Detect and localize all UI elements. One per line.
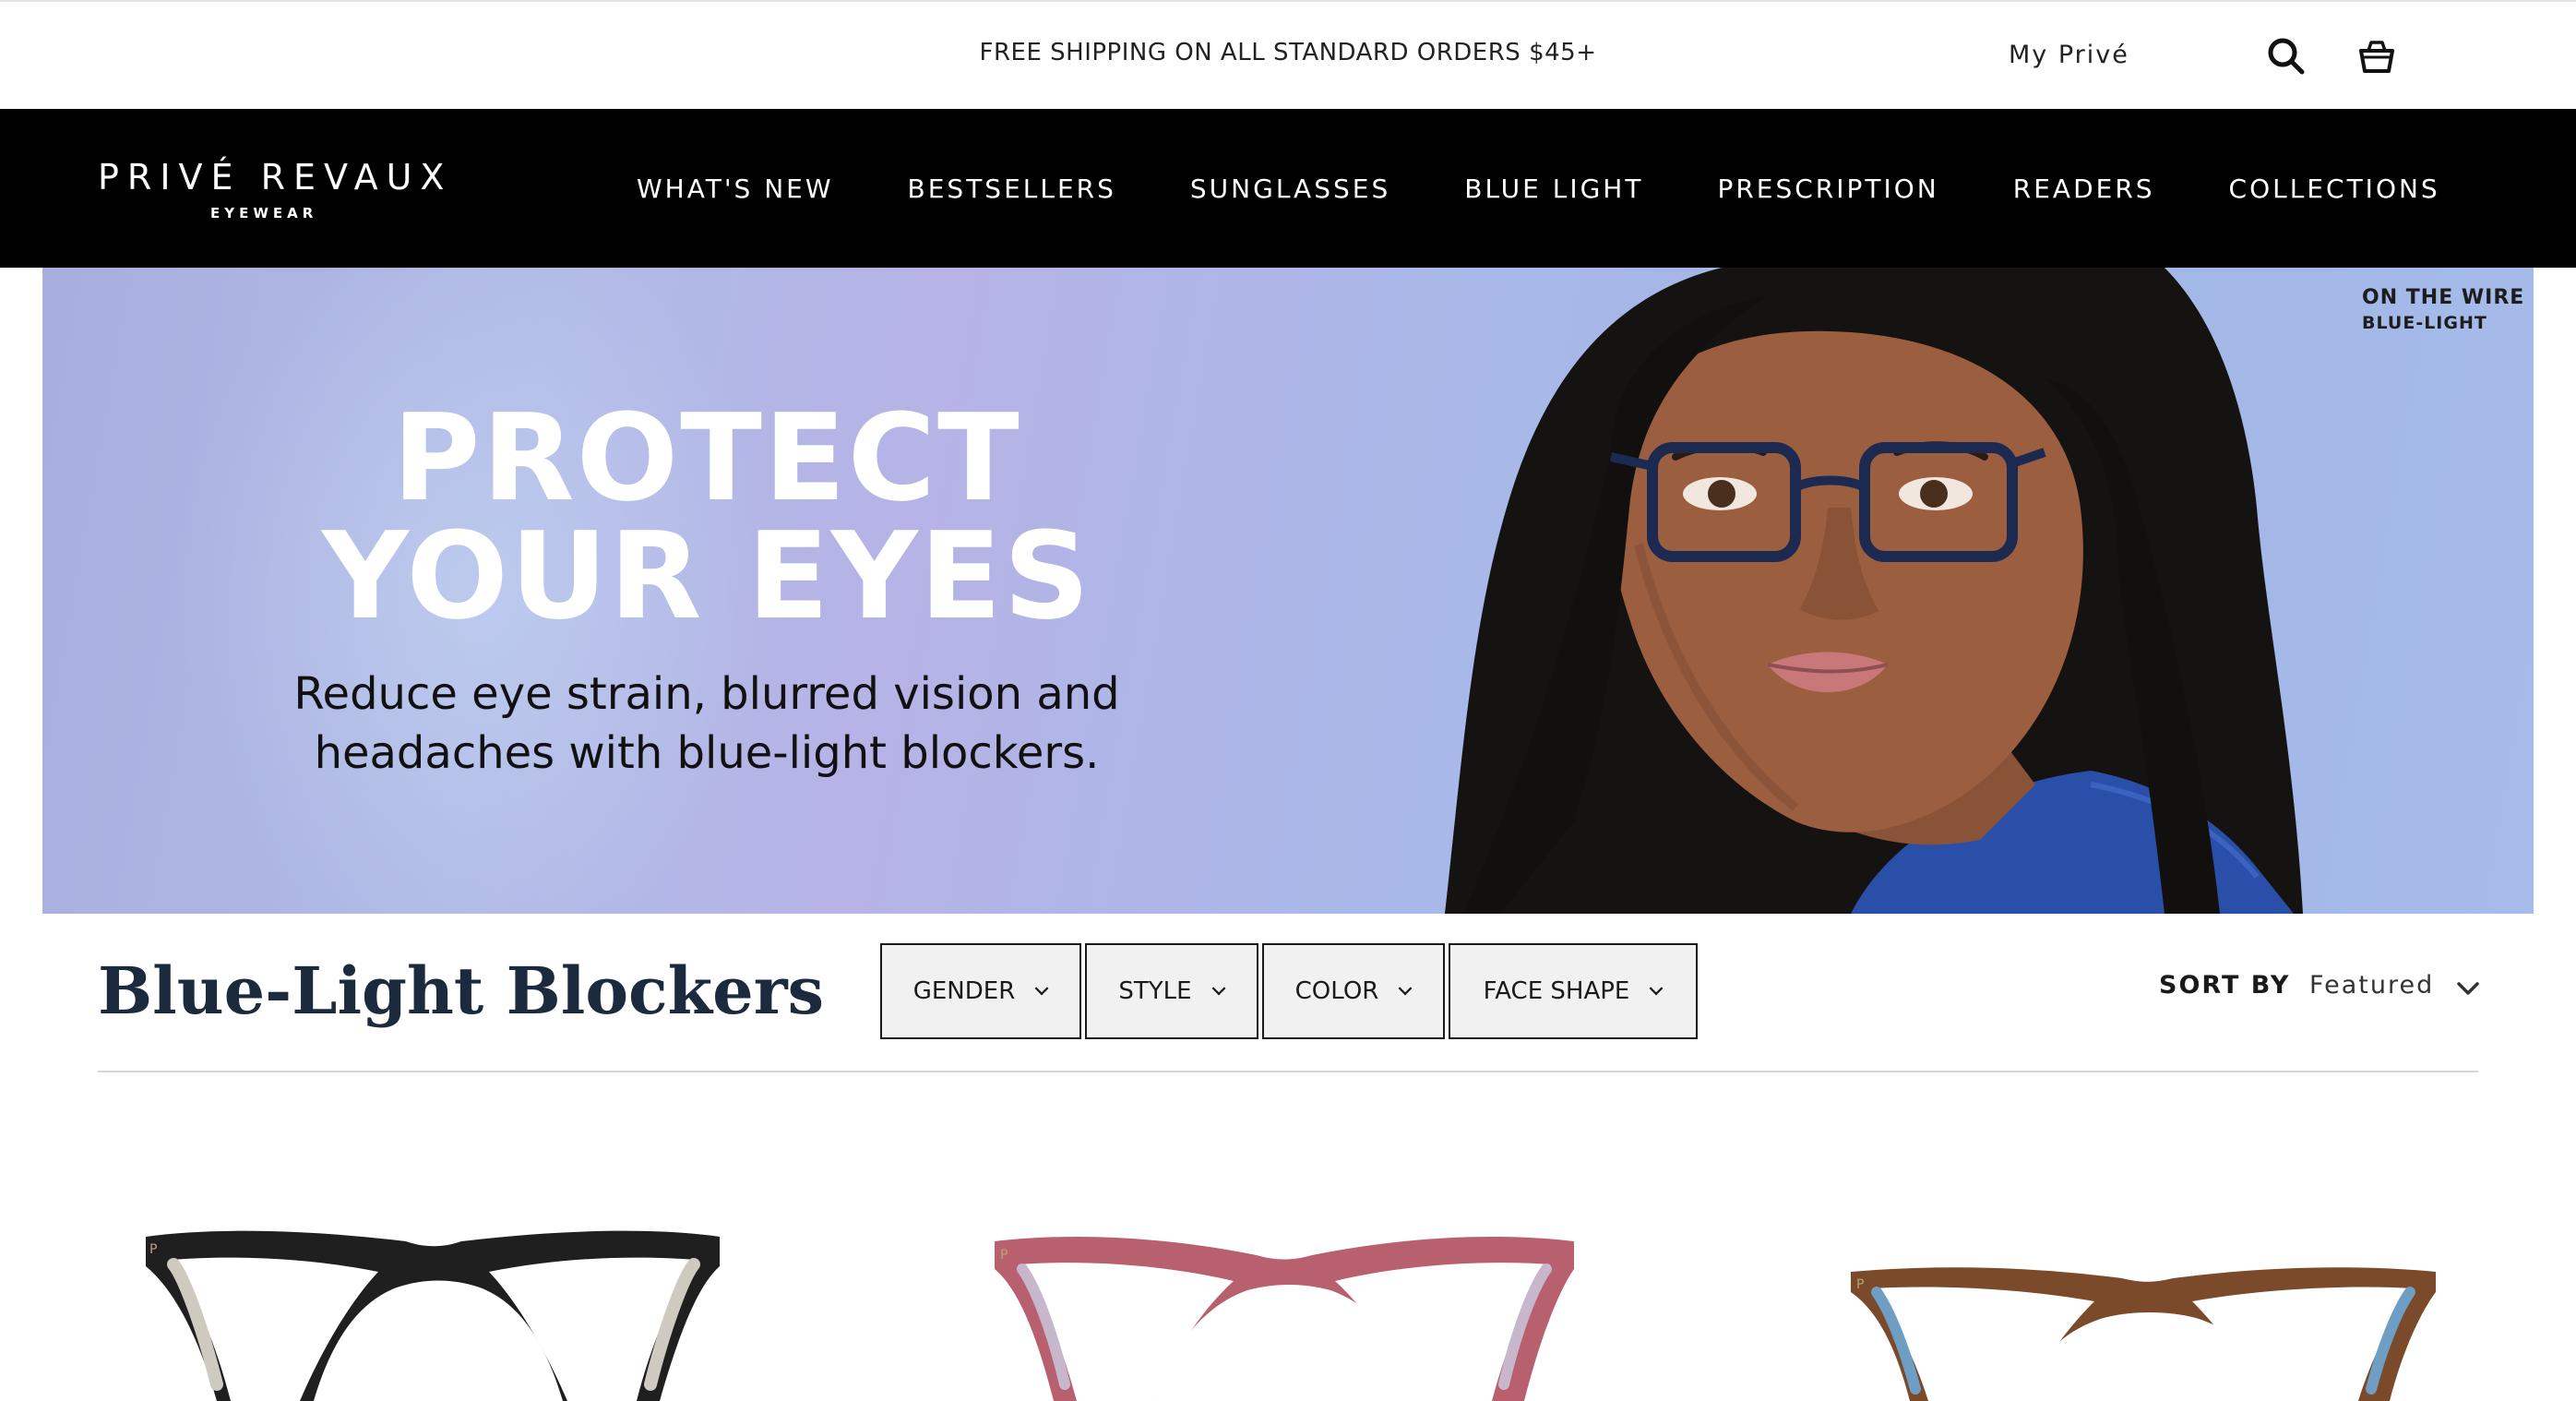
- nav-item-readers[interactable]: READERS: [2013, 174, 2155, 204]
- filter-label: FACE SHAPE: [1483, 977, 1630, 1005]
- svg-text:P: P: [1000, 1248, 1008, 1263]
- hero-model-image: [1445, 268, 2303, 914]
- filter-bar: GENDER STYLE COLOR FACE SHAPE: [880, 943, 1701, 1039]
- filter-label: COLOR: [1294, 977, 1379, 1005]
- svg-text:P: P: [1856, 1277, 1864, 1292]
- search-icon: [2268, 38, 2305, 75]
- nav-item-blue-light[interactable]: BLUE LIGHT: [1464, 174, 1643, 204]
- filter-face-shape-button[interactable]: FACE SHAPE: [1449, 943, 1698, 1039]
- brand-logo[interactable]: PRIVÉ REVAUX EYEWEAR: [98, 157, 444, 231]
- nav-menu: WHAT'S NEW BESTSELLERS SUNGLASSES BLUE L…: [637, 174, 2440, 204]
- hero-banner[interactable]: PROTECT YOUR EYES Reduce eye strain, blu…: [42, 268, 2534, 914]
- page-title: Blue-Light Blockers: [98, 952, 824, 1029]
- hero-headline-line-2: YOUR EYES: [321, 506, 1092, 646]
- hero-product-tag: ON THE WIRE BLUE-LIGHT: [2362, 286, 2524, 333]
- logo-subtitle: EYEWEAR: [210, 205, 318, 222]
- collection-toolbar: Blue-Light Blockers GENDER STYLE COLOR F…: [98, 943, 2480, 1072]
- filter-label: STYLE: [1118, 977, 1192, 1005]
- shopping-bag-icon: [2359, 41, 2394, 73]
- svg-text:P: P: [149, 1242, 157, 1257]
- free-shipping-promo[interactable]: FREE SHIPPING ON ALL STANDARD ORDERS $45…: [0, 39, 2576, 66]
- main-navigation: PRIVÉ REVAUX EYEWEAR WHAT'S NEW BESTSELL…: [0, 109, 2576, 268]
- nav-item-prescription[interactable]: PRESCRIPTION: [1717, 174, 1938, 204]
- hero-headline: PROTECT YOUR EYES: [42, 388, 1371, 646]
- sort-label: SORT BY: [2159, 971, 2291, 1000]
- product-card[interactable]: P: [1836, 1200, 2482, 1401]
- sort-value: Featured: [2309, 971, 2435, 1000]
- hero-subtext-line-1: Reduce eye strain, blurred vision and: [293, 668, 1120, 720]
- nav-item-sunglasses[interactable]: SUNGLASSES: [1190, 174, 1390, 204]
- hero-headline-line-1: PROTECT: [392, 388, 1021, 528]
- hero-tag-subtitle: BLUE-LIGHT: [2362, 313, 2487, 333]
- filter-style-button[interactable]: STYLE: [1085, 943, 1258, 1039]
- logo-wordmark: PRIVÉ REVAUX: [98, 157, 453, 198]
- filter-gender-button[interactable]: GENDER: [880, 943, 1081, 1039]
- chevron-down-icon: [1034, 981, 1049, 996]
- announcement-bar: FREE SHIPPING ON ALL STANDARD ORDERS $45…: [0, 0, 2576, 109]
- nav-item-collections[interactable]: COLLECTIONS: [2229, 174, 2440, 204]
- cart-button[interactable]: [2355, 35, 2398, 78]
- chevron-down-icon: [1211, 981, 1226, 996]
- chevron-down-icon[interactable]: [2456, 976, 2480, 1000]
- chevron-down-icon: [1398, 981, 1413, 996]
- filter-label: GENDER: [912, 977, 1016, 1005]
- hero-subtext-line-2: headaches with blue-light blockers.: [314, 727, 1100, 779]
- product-card[interactable]: P: [980, 1200, 1626, 1401]
- sort-dropdown[interactable]: SORT BY Featured: [2159, 971, 2434, 1000]
- product-card[interactable]: P: [129, 1200, 775, 1401]
- nav-item-bestsellers[interactable]: BESTSELLERS: [908, 174, 1116, 204]
- product-image: P: [146, 1230, 720, 1401]
- nav-item-whats-new[interactable]: WHAT'S NEW: [637, 174, 834, 204]
- chevron-down-icon: [1649, 981, 1664, 996]
- product-image: P: [995, 1237, 1574, 1401]
- hero-tag-title: ON THE WIRE: [2362, 286, 2525, 309]
- filter-color-button[interactable]: COLOR: [1262, 943, 1445, 1039]
- hero-subtext: Reduce eye strain, blurred vision and he…: [42, 665, 1371, 783]
- search-button[interactable]: [2265, 35, 2308, 78]
- product-image: P: [1851, 1267, 2436, 1401]
- account-link[interactable]: My Privé: [2009, 41, 2129, 69]
